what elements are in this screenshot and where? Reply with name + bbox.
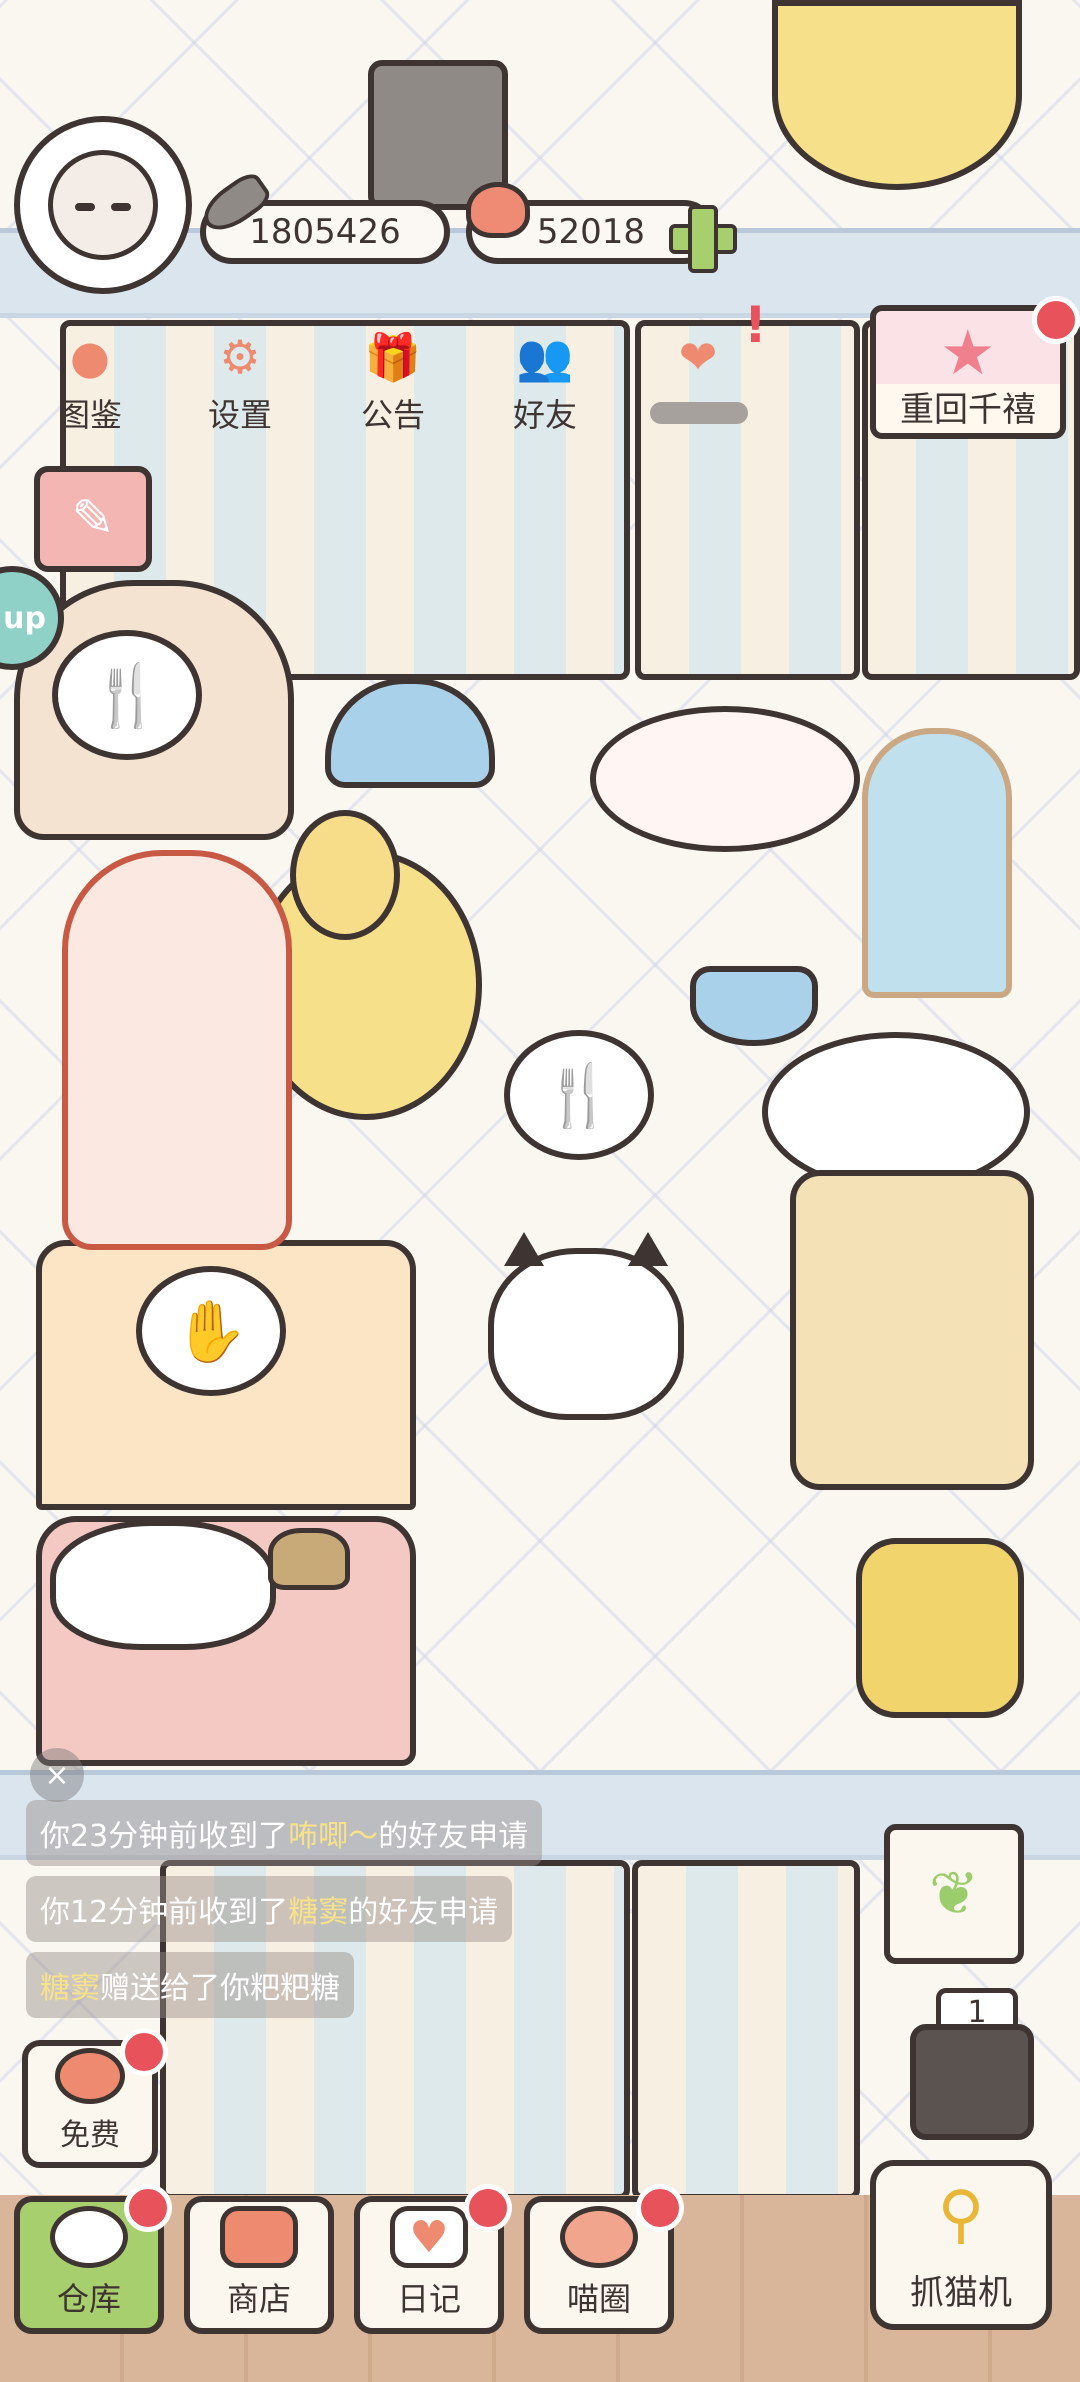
- event-banner-label: 重回千禧: [900, 390, 1036, 430]
- shop-label: 商店: [226, 2280, 291, 2318]
- menu-announcement-label: 公告: [360, 396, 425, 434]
- calendar-button[interactable]: ✎: [34, 466, 152, 572]
- player-avatar[interactable]: [14, 116, 192, 294]
- hearts-event-placeholder-bar: [650, 402, 748, 424]
- side-tab-label: up: [3, 600, 46, 636]
- hearts-icon: ❤: [678, 330, 718, 384]
- chat-text: 的好友申请: [348, 1895, 499, 1930]
- chat-username[interactable]: 糖窦: [40, 1963, 100, 2007]
- diary-notification-dot: [464, 2184, 512, 2232]
- menu-hearts-event[interactable]: ❤: [638, 326, 758, 446]
- cloud-cushion: [762, 1032, 1030, 1192]
- chat-text: 你12分钟前收到了: [40, 1895, 289, 1930]
- fish-coin-value: 1805426: [249, 212, 401, 252]
- avatar-face-icon: [48, 150, 158, 260]
- menu-announcement[interactable]: 🎁 公告: [333, 326, 453, 446]
- floral-mirror: [862, 728, 1012, 998]
- claw-machine-button[interactable]: ⚲ 抓猫机: [870, 2160, 1052, 2330]
- chat-text: 你23分钟前收到了: [40, 1819, 289, 1854]
- diary-label: 日记: [396, 2280, 461, 2318]
- food-bowl: [690, 966, 818, 1046]
- friends-icon: 👥: [516, 329, 574, 384]
- free-gift-label: 免费: [60, 2118, 120, 2153]
- heart-face-icon: [55, 2048, 125, 2104]
- shop-button[interactable]: 商店: [184, 2196, 334, 2334]
- free-notification-dot: [120, 2028, 168, 2076]
- pet-request-bubble[interactable]: ✋: [136, 1266, 286, 1396]
- gear-icon: ⚙: [219, 330, 261, 384]
- event-notification-dot: [1032, 296, 1080, 344]
- food-request-bubble[interactable]: 🍴: [504, 1030, 654, 1160]
- cat-circle-label: 喵圈: [566, 2280, 631, 2318]
- shop-icon: [220, 2206, 298, 2268]
- player-character[interactable]: [62, 850, 292, 1250]
- chat-text: 赠送给了你粑粑糖: [100, 1971, 340, 2006]
- cat-circle-notification-dot: [636, 2184, 684, 2232]
- diary-icon: ♥: [390, 2206, 468, 2268]
- warehouse-notification-dot: [124, 2184, 172, 2232]
- claw-machine-label: 抓猫机: [910, 2273, 1012, 2313]
- claw-icon: ⚲: [937, 2178, 985, 2252]
- cat-tree: [790, 1170, 1034, 1490]
- food-request-bubble[interactable]: 🍴: [52, 630, 202, 760]
- chat-username[interactable]: 糖窦: [288, 1887, 348, 1931]
- vending-machine[interactable]: [910, 2024, 1034, 2140]
- warehouse-icon: [50, 2206, 128, 2268]
- warehouse-label: 仓库: [56, 2280, 121, 2318]
- menu-catalog-label: 图鉴: [57, 396, 122, 434]
- menu-settings-label: 设置: [207, 396, 272, 434]
- poop-item[interactable]: [268, 1528, 350, 1590]
- cat-head-icon: ●: [69, 330, 111, 384]
- moon-cushion-decoration: [772, 0, 1022, 190]
- close-chat-icon[interactable]: ×: [30, 1748, 84, 1802]
- heart-rug: [590, 706, 860, 852]
- menu-friends-label: 好友: [512, 396, 577, 434]
- add-currency-button[interactable]: [669, 205, 737, 273]
- npc-girl-character[interactable]: [290, 810, 400, 940]
- pencil-icon: ✎: [71, 489, 115, 549]
- heart-value: 52018: [536, 212, 646, 252]
- leaf-frame-icon: ❦: [884, 1824, 1024, 1964]
- alert-icon: !: [744, 296, 767, 354]
- chat-text: 的好友申请: [378, 1819, 529, 1854]
- yellow-chair: [856, 1538, 1024, 1718]
- menu-catalog[interactable]: ● 图鉴: [30, 326, 150, 446]
- gift-icon: 🎁: [364, 329, 422, 384]
- cat-planet-icon: [560, 2206, 638, 2268]
- heart-icon: [466, 182, 530, 238]
- chat-message: 你12分钟前收到了 糖窦 的好友申请: [26, 1876, 513, 1942]
- rainbow-decoration: [325, 678, 495, 788]
- chat-message: 你23分钟前收到了 咘唧～ 的好友申请: [26, 1800, 543, 1866]
- menu-settings[interactable]: ⚙ 设置: [180, 326, 300, 446]
- chat-username[interactable]: 咘唧～: [288, 1811, 378, 1855]
- wall-panel: [632, 1860, 860, 2200]
- star-icon: ★: [940, 316, 996, 389]
- calico-cat-sitting[interactable]: [488, 1232, 684, 1420]
- menu-friends[interactable]: 👥 好友: [485, 326, 605, 446]
- chat-message: 糖窦 赠送给了你粑粑糖: [26, 1952, 354, 2018]
- calico-cat-sleeping[interactable]: [50, 1520, 276, 1650]
